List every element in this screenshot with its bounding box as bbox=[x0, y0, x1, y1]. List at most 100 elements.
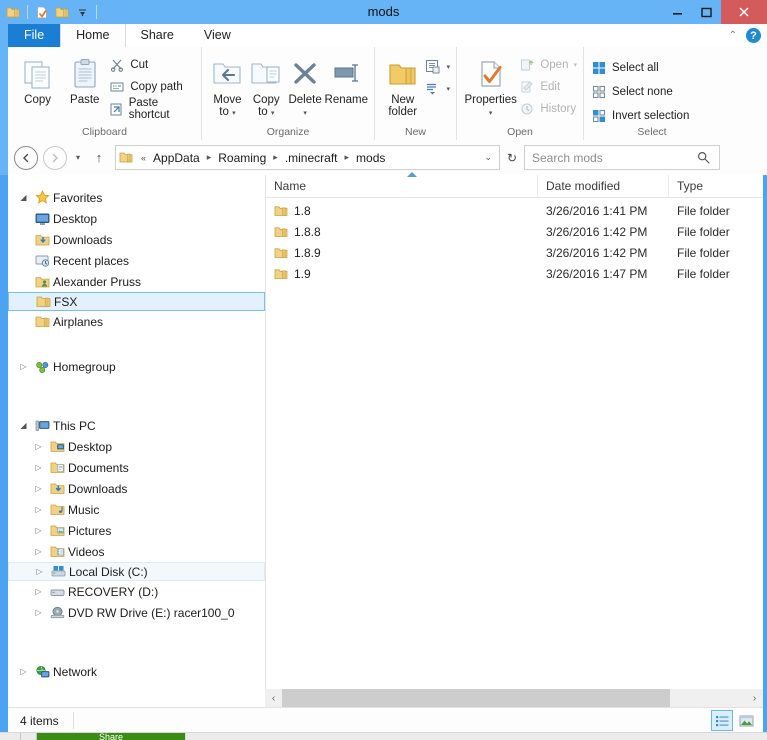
nav-item-desktop-fav[interactable]: Desktop bbox=[8, 208, 265, 229]
minimize-button[interactable] bbox=[663, 0, 692, 24]
expander-icon[interactable]: ▷ bbox=[31, 526, 46, 535]
nav-item-local-disk-c[interactable]: ▷ Local Disk (C:) bbox=[8, 562, 265, 581]
nav-section-network[interactable]: ▷ Network bbox=[8, 661, 265, 682]
homegroup-expander-icon[interactable]: ▷ bbox=[16, 362, 31, 371]
back-button[interactable] bbox=[14, 145, 38, 170]
scroll-left-icon[interactable]: ‹ bbox=[265, 693, 282, 704]
table-row[interactable]: 1.8.9 3/26/2016 1:42 PM File folder bbox=[266, 242, 763, 263]
horizontal-scrollbar[interactable]: ‹ › bbox=[265, 689, 763, 707]
expander-icon[interactable]: ▷ bbox=[31, 463, 46, 472]
new-item-button[interactable]: ▾ bbox=[424, 57, 450, 76]
copy-to-caret-icon[interactable]: ▾ bbox=[271, 110, 275, 117]
column-header-name[interactable]: Name bbox=[266, 175, 538, 197]
nav-section-favorites[interactable]: ◢ Favorites bbox=[8, 187, 265, 208]
breadcrumb-sep-2[interactable]: ▸ bbox=[268, 152, 283, 163]
cut-button[interactable]: Cut bbox=[108, 55, 195, 74]
open-caret-icon[interactable]: ▾ bbox=[573, 61, 577, 69]
breadcrumb[interactable]: « AppData ▸ Roaming ▸ .minecraft ▸ mods … bbox=[115, 145, 500, 170]
open-button[interactable]: Open ▾ bbox=[518, 55, 577, 74]
nav-item-airplanes[interactable]: Airplanes bbox=[8, 311, 265, 332]
nav-item-music[interactable]: ▷ Music bbox=[8, 499, 265, 520]
expander-icon[interactable]: ▷ bbox=[31, 505, 46, 514]
expander-icon[interactable]: ▷ bbox=[31, 608, 46, 617]
large-icons-view-icon[interactable] bbox=[735, 710, 757, 731]
properties-caret-icon[interactable]: ▾ bbox=[489, 110, 493, 117]
nav-item-dvd-drive-e[interactable]: ▷ DVD RW Drive (E:) racer100_0 bbox=[8, 602, 265, 623]
file-name-cell[interactable]: 1.9 bbox=[266, 267, 538, 281]
search-input[interactable] bbox=[525, 149, 697, 166]
details-view-icon[interactable] bbox=[711, 710, 733, 731]
nav-section-homegroup[interactable]: ▷ Homegroup bbox=[8, 356, 265, 377]
search-icon[interactable] bbox=[697, 151, 719, 164]
scrollbar-thumb[interactable] bbox=[282, 689, 670, 707]
invert-selection-button[interactable]: Invert selection bbox=[590, 106, 689, 125]
help-icon[interactable]: ? bbox=[746, 28, 761, 43]
expander-icon[interactable]: ▷ bbox=[31, 484, 46, 493]
paste-shortcut-button[interactable]: Paste shortcut bbox=[108, 97, 195, 121]
nav-item-downloads-pc[interactable]: ▷ Downloads bbox=[8, 478, 265, 499]
file-name-cell[interactable]: 1.8.8 bbox=[266, 225, 538, 239]
history-button[interactable]: History bbox=[518, 99, 577, 118]
tab-view[interactable]: View bbox=[188, 24, 246, 47]
nav-item-videos[interactable]: ▷ Videos bbox=[8, 541, 265, 562]
tab-share[interactable]: Share bbox=[125, 24, 189, 47]
favorites-expander-icon[interactable]: ◢ bbox=[16, 193, 31, 202]
collapse-ribbon-icon[interactable]: ⌃ bbox=[729, 30, 737, 41]
properties-button[interactable]: Properties ▾ bbox=[463, 51, 518, 120]
expander-icon[interactable]: ▷ bbox=[31, 442, 46, 451]
table-row[interactable]: 1.9 3/26/2016 1:47 PM File folder bbox=[266, 263, 763, 284]
copy-path-button[interactable]: Copy path bbox=[108, 77, 195, 96]
breadcrumb-sep-1[interactable]: ▸ bbox=[202, 152, 217, 163]
tab-home[interactable]: Home bbox=[60, 24, 126, 47]
new-folder-button[interactable]: New folder bbox=[381, 51, 424, 118]
expander-icon[interactable]: ▷ bbox=[31, 587, 46, 596]
network-expander-icon[interactable]: ▷ bbox=[16, 667, 31, 676]
select-none-button[interactable]: Select none bbox=[590, 82, 689, 101]
column-header-date-modified[interactable]: Date modified bbox=[538, 175, 669, 197]
maximize-button[interactable] bbox=[692, 0, 721, 24]
nav-item-pictures[interactable]: ▷ Pictures bbox=[8, 520, 265, 541]
copy-button[interactable]: Copy bbox=[14, 51, 61, 106]
breadcrumb-dropdown-icon[interactable]: ⌄ bbox=[484, 152, 499, 163]
select-all-button[interactable]: Select all bbox=[590, 58, 689, 77]
easy-access-button[interactable]: ▾ bbox=[424, 79, 450, 98]
breadcrumb-roaming[interactable]: Roaming bbox=[216, 151, 268, 165]
nav-item-fsx[interactable]: FSX bbox=[8, 292, 265, 311]
delete-button[interactable]: Delete ▾ bbox=[286, 51, 325, 120]
refresh-button[interactable]: ↻ bbox=[500, 151, 524, 165]
nav-item-downloads-fav[interactable]: Downloads bbox=[8, 229, 265, 250]
scrollbar-track[interactable] bbox=[282, 689, 746, 707]
nav-item-recovery-d[interactable]: ▷ RECOVERY (D:) bbox=[8, 581, 265, 602]
edit-button[interactable]: Edit bbox=[518, 77, 577, 96]
breadcrumb-mods[interactable]: mods bbox=[354, 151, 387, 165]
column-header-type[interactable]: Type bbox=[669, 175, 759, 197]
rename-button[interactable]: Rename bbox=[325, 51, 368, 106]
breadcrumb-appdata[interactable]: AppData bbox=[151, 151, 202, 165]
nav-item-desktop-pc[interactable]: ▷ Desktop bbox=[8, 436, 265, 457]
table-row[interactable]: 1.8.8 3/26/2016 1:42 PM File folder bbox=[266, 221, 763, 242]
nav-item-recent-places[interactable]: Recent places bbox=[8, 250, 265, 271]
file-name-cell[interactable]: 1.8.9 bbox=[266, 246, 538, 260]
scroll-right-icon[interactable]: › bbox=[746, 693, 763, 704]
breadcrumb-overflow-icon[interactable]: « bbox=[136, 153, 151, 163]
new-item-caret-icon[interactable]: ▾ bbox=[446, 63, 450, 71]
close-button[interactable] bbox=[721, 0, 767, 24]
forward-button[interactable] bbox=[43, 145, 67, 170]
nav-item-documents[interactable]: ▷ Documents bbox=[8, 457, 265, 478]
move-to-button[interactable]: Move to ▾ bbox=[208, 51, 247, 120]
nav-section-this-pc[interactable]: ◢ This PC bbox=[8, 415, 265, 436]
this-pc-expander-icon[interactable]: ◢ bbox=[16, 421, 31, 430]
breadcrumb-sep-3[interactable]: ▸ bbox=[340, 152, 355, 163]
up-button[interactable]: ↑ bbox=[91, 147, 107, 169]
search-box[interactable] bbox=[524, 145, 720, 170]
move-to-caret-icon[interactable]: ▾ bbox=[232, 110, 236, 117]
navigation-pane[interactable]: ◢ Favorites Desktop Downloads Recent pla… bbox=[8, 175, 266, 707]
recent-locations-icon[interactable]: ▾ bbox=[71, 147, 85, 169]
table-row[interactable]: 1.8 3/26/2016 1:41 PM File folder bbox=[266, 200, 763, 221]
tab-file[interactable]: File bbox=[8, 24, 61, 47]
expander-icon[interactable]: ▷ bbox=[31, 547, 46, 556]
easy-access-caret-icon[interactable]: ▾ bbox=[446, 85, 450, 93]
expander-icon[interactable]: ▷ bbox=[32, 567, 47, 576]
file-list-pane[interactable]: Name Date modified Type 1.8 3/26/2016 1:… bbox=[266, 172, 763, 707]
file-name-cell[interactable]: 1.8 bbox=[266, 204, 538, 218]
